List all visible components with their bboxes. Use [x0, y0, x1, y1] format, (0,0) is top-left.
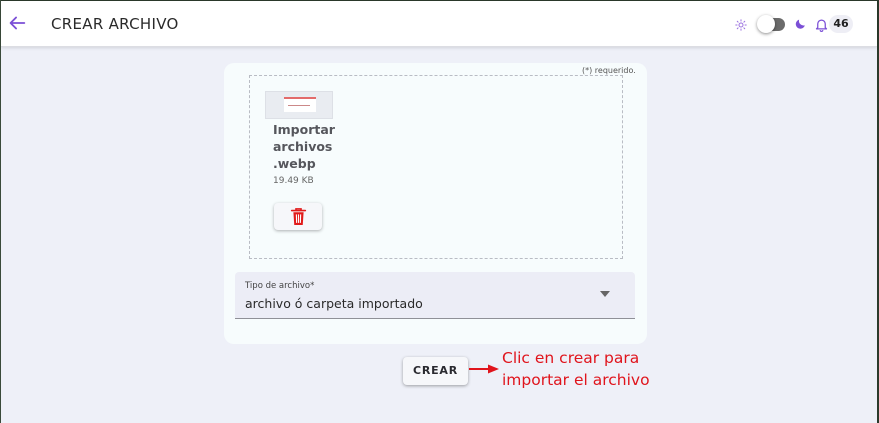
- annotation-line-1: Clic en crear para: [502, 349, 640, 367]
- file-name: Importar archivos .webp: [273, 122, 335, 171]
- arrow-left-icon[interactable]: [6, 12, 28, 34]
- toggle-knob: [757, 15, 775, 33]
- annotation-line-2: importar el archivo: [502, 371, 650, 389]
- caret-down-icon: [600, 291, 610, 297]
- thumbnail-line: [288, 105, 310, 106]
- notification-badge: 46: [829, 15, 853, 33]
- file-type-value: archivo ó carpeta importado: [245, 296, 423, 311]
- instruction-annotation: Clic en crear para importar el archivo: [502, 347, 650, 391]
- trash-icon: [290, 208, 307, 225]
- moon-icon: [795, 19, 805, 29]
- theme-toggle[interactable]: [757, 15, 785, 33]
- page-title: CREAR ARCHIVO: [51, 15, 179, 33]
- file-type-select[interactable]: Tipo de archivo* archivo ó carpeta impor…: [235, 272, 635, 319]
- top-bar: CREAR ARCHIVO 46: [1, 1, 877, 47]
- window-frame-left: [0, 0, 1, 423]
- delete-file-button[interactable]: [274, 203, 322, 230]
- sun-icon: [735, 19, 747, 31]
- red-arrow-icon: [469, 364, 499, 374]
- create-button[interactable]: CREAR: [403, 357, 468, 385]
- file-type-label: Tipo de archivo*: [245, 281, 315, 291]
- required-note: (*) requerido.: [582, 66, 636, 75]
- file-size: 19.49 KB: [273, 176, 314, 186]
- bell-icon[interactable]: [814, 16, 829, 33]
- file-thumbnail: [265, 91, 333, 119]
